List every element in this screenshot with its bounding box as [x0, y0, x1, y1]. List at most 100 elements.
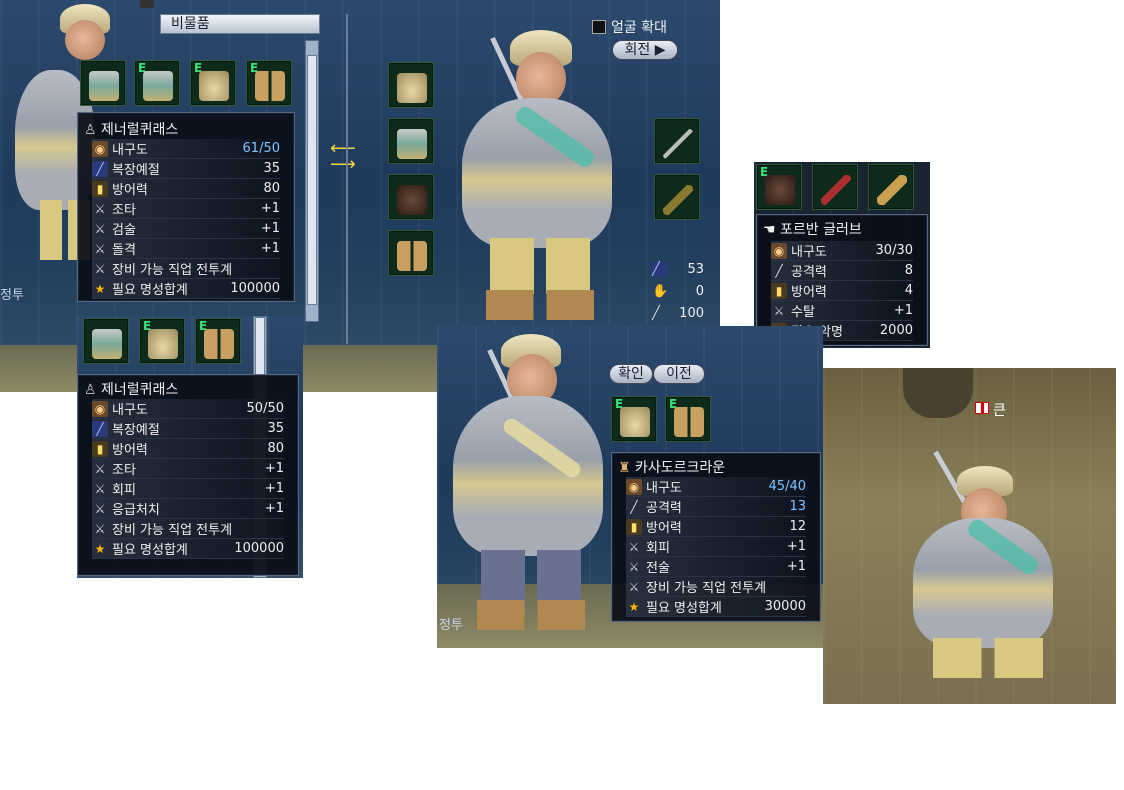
stat-label: 장비 가능 직업 전투계 [646, 581, 767, 596]
stat-label: 검술 [112, 223, 136, 238]
costume-icon: ╱ [652, 262, 668, 277]
item-tooltip: ♜ 카사도르크라운 ◉ 내구도 45/40 ╱ 공격력 13 ▮ 방어력 12 ⚔ 회피 +1 ⚔ 전술 +… [611, 452, 821, 622]
sword-icon: ╱ [652, 306, 660, 321]
stat-label: 공격력 [791, 265, 827, 280]
prev-button[interactable]: 이전 [653, 364, 705, 384]
stat-row: ╱ 복장예절 35 [92, 419, 284, 439]
stat-value: 100000 [234, 541, 284, 556]
stat-label: 방어력 [646, 521, 682, 536]
stat-row: ★ 필요 명성합계 30000 [626, 597, 806, 617]
stat-value: +1 [264, 501, 284, 516]
item-name: 제너럴퀴래스 [101, 122, 179, 138]
inventory-slot[interactable]: E [190, 60, 236, 106]
inventory-slot[interactable]: E [756, 164, 802, 210]
inventory-slot[interactable]: E [139, 318, 185, 364]
durability-icon: ◉ [771, 242, 787, 259]
stat-value: +1 [786, 539, 806, 554]
equip-slot-body[interactable] [388, 118, 434, 164]
stat-row: ▮ 방어력 80 [92, 179, 280, 199]
inventory-slot[interactable] [80, 60, 126, 106]
armor-icon: ♙ [84, 122, 97, 138]
inventory-slot[interactable]: E [611, 396, 657, 442]
character-stat: ╱ 53 [652, 260, 704, 278]
stat-value: +1 [260, 201, 280, 216]
inventory-slot[interactable]: E [195, 318, 241, 364]
equip-slot-feet[interactable] [388, 230, 434, 276]
inventory-slot[interactable]: E [246, 60, 292, 106]
stat-row: ╱ 공격력 8 [771, 261, 913, 281]
rotate-button[interactable]: 회전 ▶ [612, 40, 678, 60]
stat-row: ◉ 내구도 45/40 [626, 477, 806, 497]
equip-slot-weapon[interactable] [654, 118, 700, 164]
stat-value: 53 [687, 261, 704, 277]
item-tooltip: ♙ 제너럴퀴래스 ◉ 내구도 61/50 ╱ 복장예절 35 ▮ 방어력 80 ⚔ 조타 +1 ⚔ 검술 +… [77, 112, 295, 302]
item-name: 제너럴퀴래스 [101, 382, 179, 398]
character-stat: ✋ 0 [652, 282, 704, 300]
durability-icon: ◉ [92, 140, 108, 157]
crossed-swords-icon: ⚔ [773, 303, 785, 318]
stat-value: 12 [789, 519, 806, 534]
stat-value: 61/50 [242, 141, 280, 156]
glove-tooltip-window: E ☚ 포르반 글러브 ◉내구도30/30╱공격력8▮방어력4⚔수탈+1☠필요 … [754, 162, 930, 348]
face-zoom-label: 얼굴 확대 [611, 20, 667, 36]
stat-row: ⚔ 전술 +1 [626, 557, 806, 577]
stat-label: 회피 [646, 541, 670, 556]
stat-row: ╱ 복장예절 35 [92, 159, 280, 179]
stat-label: 공격력 [646, 501, 682, 516]
defense-icon: ▮ [626, 518, 642, 535]
stat-value: +1 [786, 559, 806, 574]
crossed-swords-icon: ⚔ [628, 539, 640, 554]
sword-icon: ╱ [775, 263, 783, 278]
confirm-button[interactable]: 확인 [609, 364, 653, 384]
guild-flag-icon [975, 402, 989, 414]
stat-row: ╱ 공격력 13 [626, 497, 806, 517]
equip-slot-head[interactable] [388, 62, 434, 108]
zone-label: 정투 [0, 288, 24, 303]
star-icon: ★ [94, 281, 106, 296]
stat-label: 방어력 [791, 285, 827, 300]
equip-slot-offhand[interactable] [654, 174, 700, 220]
inventory-slot[interactable]: E [134, 60, 180, 106]
stat-value: 100000 [230, 281, 280, 296]
tab-title-bar[interactable]: 비물품 [160, 14, 320, 34]
stat-value: 2000 [879, 323, 913, 338]
face-zoom-checkbox[interactable] [592, 20, 606, 34]
stat-row: ▮ 방어력 4 [771, 281, 913, 301]
item-name: 카사도르크라운 [635, 460, 726, 476]
inventory-scrollbar[interactable] [305, 40, 319, 322]
stat-row: ★ 필요 명성합계 100000 [92, 279, 280, 299]
crossed-swords-icon: ⚔ [94, 461, 106, 476]
durability-icon: ◉ [626, 478, 642, 495]
stat-row: ⚔ 조타 +1 [92, 459, 284, 479]
stat-label: 내구도 [112, 143, 148, 158]
inventory-slot[interactable] [812, 164, 858, 210]
stat-value: 100 [679, 305, 704, 321]
crossed-swords-icon: ⚔ [94, 501, 106, 516]
inventory-slot[interactable] [868, 164, 914, 210]
crossed-swords-icon: ⚔ [94, 481, 106, 496]
crossed-swords-icon: ⚔ [628, 559, 640, 574]
stat-row: ◉ 내구도 30/30 [771, 241, 913, 261]
stat-label: 방어력 [112, 183, 148, 198]
inventory-slot[interactable] [83, 318, 129, 364]
stat-row: ◉ 내구도 61/50 [92, 139, 280, 159]
costume-icon: ╱ [92, 160, 108, 177]
stat-value: 13 [789, 499, 806, 514]
defense-icon: ▮ [771, 282, 787, 299]
stat-row: ◉ 내구도 50/50 [92, 399, 284, 419]
inventory-slot[interactable]: E [665, 396, 711, 442]
swap-right-arrow-icon[interactable]: ⟶ [330, 154, 356, 175]
stat-value: 30/30 [875, 243, 913, 258]
stat-row: ⚔ 회피 +1 [626, 537, 806, 557]
defense-icon: ▮ [92, 180, 108, 197]
stat-label: 복장예절 [112, 423, 160, 438]
stat-value: 50/50 [246, 401, 284, 416]
window-corner-icon [140, 0, 154, 8]
stat-value: 35 [263, 161, 280, 176]
stat-row: ⚔ 장비 가능 직업 전투계 [92, 259, 280, 279]
stat-value: +1 [260, 221, 280, 236]
stat-label: 조타 [112, 463, 136, 478]
stat-label: 복장예절 [112, 163, 160, 178]
equipment-window-compare: E E ♙ 제너럴퀴래스 ◉ 내구도 50/50 ╱ 복장예절 35 ▮ 방어력 80 ⚔ 조타 +1… [77, 316, 303, 578]
equip-slot-hands[interactable] [388, 174, 434, 220]
